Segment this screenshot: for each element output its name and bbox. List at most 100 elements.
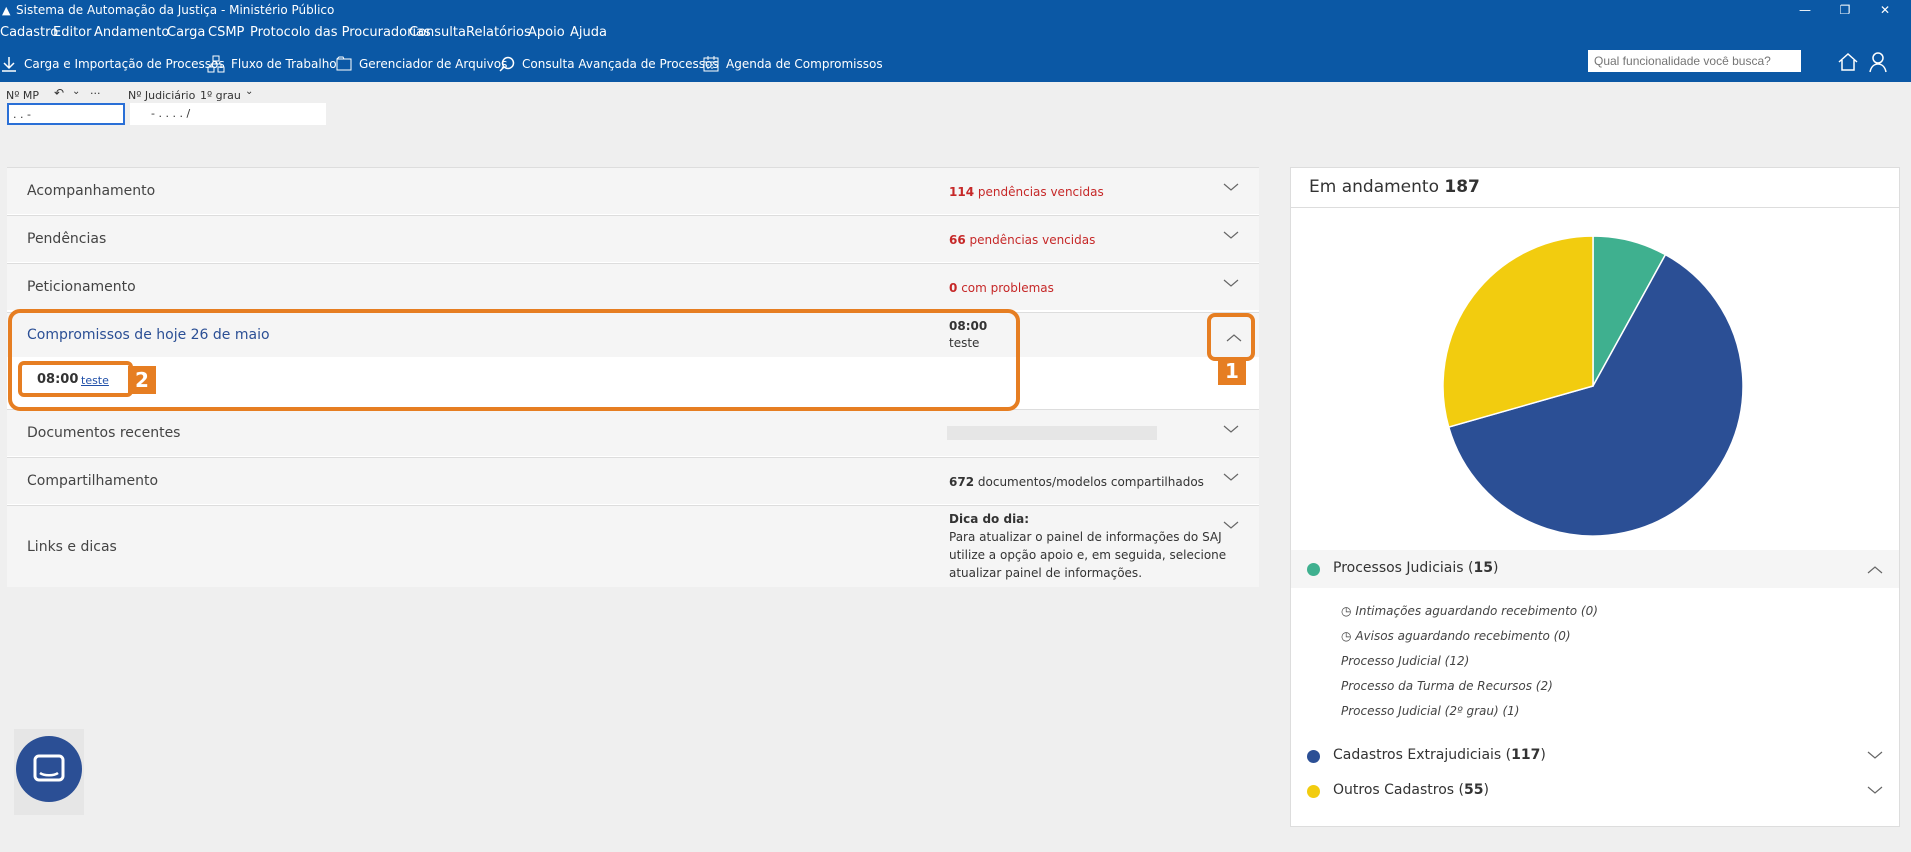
section-title: Documentos recentes xyxy=(27,425,181,441)
legend-label: Processos Judiciais (15) xyxy=(1333,560,1499,576)
feature-search-input[interactable] xyxy=(1588,50,1801,72)
sub-item-segundo-grau[interactable]: Processo Judicial (2º grau) (1) xyxy=(1341,704,1519,718)
section-documentos-recentes[interactable]: Documentos recentes xyxy=(7,409,1259,456)
judicial-number-label: Nº Judiciário xyxy=(128,89,196,102)
chat-button-wrapper xyxy=(14,729,84,815)
undo-icon[interactable]: ↶ xyxy=(54,86,64,100)
toolbar-label: Fluxo de Trabalho xyxy=(231,57,337,71)
section-title: Acompanhamento xyxy=(27,183,156,199)
window-title: Sistema de Automação da Justiça - Minist… xyxy=(16,3,335,17)
panel-header: Em andamento 187 xyxy=(1291,168,1899,208)
chat-icon[interactable] xyxy=(14,729,84,815)
legend-processos-judiciais[interactable]: Processos Judiciais (15) xyxy=(1291,550,1899,588)
download-icon xyxy=(2,57,16,72)
sub-item-processo-judicial[interactable]: Processo Judicial (12) xyxy=(1341,654,1469,668)
section-peticionamento[interactable]: Peticionamento 0 com problemas xyxy=(7,263,1259,310)
search-icon xyxy=(499,56,515,72)
menu-cadastro[interactable]: Cadastro xyxy=(0,25,58,40)
toolbar-label: Consulta Avançada de Processos xyxy=(522,57,719,71)
chevron-down-icon[interactable] xyxy=(1867,785,1883,795)
section-title: Links e dicas xyxy=(27,539,117,555)
chevron-down-icon[interactable]: ⌄ xyxy=(72,86,80,97)
toolbar-consulta-avancada[interactable]: Consulta Avançada de Processos xyxy=(498,54,719,74)
sub-item-turma-recursos[interactable]: Processo da Turma de Recursos (2) xyxy=(1341,679,1553,693)
mp-number-input[interactable]: . . - xyxy=(7,103,125,125)
highlight-appointment xyxy=(18,361,133,397)
judicial-number-input[interactable]: - . . . . / xyxy=(130,103,326,125)
home-icon[interactable] xyxy=(1836,50,1860,74)
mp-number-label: Nº MP xyxy=(6,89,40,102)
sub-item-intimacoes[interactable]: ◷ Intimações aguardando recebimento (0) xyxy=(1341,604,1598,618)
chevron-down-icon[interactable] xyxy=(1223,230,1239,240)
highlight-collapse-button xyxy=(1207,313,1255,361)
panel-total: 187 xyxy=(1444,177,1480,197)
menu-ajuda[interactable]: Ajuda xyxy=(570,25,607,40)
chevron-down-icon[interactable] xyxy=(1223,472,1239,482)
file-manager-icon xyxy=(336,56,352,71)
section-status: 114 pendências vencidas xyxy=(949,185,1104,199)
section-title: Pendências xyxy=(27,231,107,247)
calendar-icon xyxy=(703,56,719,72)
tip-line: Para atualizar o painel de informações d… xyxy=(949,530,1222,544)
grau-label: 1º grau xyxy=(200,89,241,102)
chevron-up-icon[interactable] xyxy=(1867,565,1883,575)
legend-label: Outros Cadastros (55) xyxy=(1333,782,1489,798)
restore-button[interactable]: ❐ xyxy=(1825,0,1865,22)
chevron-down-icon[interactable] xyxy=(1223,520,1239,530)
sub-item-avisos[interactable]: ◷ Avisos aguardando recebimento (0) xyxy=(1341,629,1571,643)
section-links-dicas[interactable]: Links e dicas Dica do dia: Para atualiza… xyxy=(7,505,1259,587)
section-acompanhamento[interactable]: Acompanhamento 114 pendências vencidas xyxy=(7,167,1259,214)
mp-more-options[interactable]: ··· xyxy=(90,87,101,100)
user-icon[interactable] xyxy=(1868,50,1892,74)
grau-chevron-icon[interactable]: ⌄ xyxy=(245,86,253,97)
menu-relatorios[interactable]: Relatórios xyxy=(466,25,531,40)
tip-line: utilize a opção apoio e, em seguida, sel… xyxy=(949,548,1227,562)
menu-csmp[interactable]: CSMP xyxy=(208,25,244,40)
clock-icon: ◷ xyxy=(1341,629,1352,643)
minimize-button[interactable]: — xyxy=(1785,0,1825,22)
chevron-down-icon[interactable] xyxy=(1223,278,1239,288)
section-compartilhamento[interactable]: Compartilhamento 672 documentos/modelos … xyxy=(7,457,1259,504)
menu-andamento[interactable]: Andamento xyxy=(94,25,169,40)
menu-consulta[interactable]: Consulta xyxy=(409,25,466,40)
toolbar-fluxo-trabalho[interactable]: Fluxo de Trabalho xyxy=(207,54,337,74)
redacted-info xyxy=(947,426,1157,440)
status-panel: Em andamento 187 Processos Judiciais (15… xyxy=(1290,167,1900,827)
toolbar-carga-importacao[interactable]: Carga e Importação de Processos xyxy=(0,54,225,74)
toolbar-agenda-compromissos[interactable]: Agenda de Compromissos xyxy=(702,54,883,74)
section-status: 66 pendências vencidas xyxy=(949,233,1096,247)
close-button[interactable]: ✕ xyxy=(1865,0,1905,22)
menu-editor[interactable]: Editor xyxy=(53,25,91,40)
clock-icon: ◷ xyxy=(1341,604,1352,618)
app-icon: ▲ xyxy=(2,4,11,17)
callout-number: 2 xyxy=(128,366,156,394)
section-pendencias[interactable]: Pendências 66 pendências vencidas xyxy=(7,215,1259,262)
toolbar-label: Agenda de Compromissos xyxy=(726,57,883,71)
status-pie-chart xyxy=(1442,235,1744,537)
legend-dot xyxy=(1307,563,1320,576)
menu-apoio[interactable]: Apoio xyxy=(528,25,565,40)
section-status: 672 documentos/modelos compartilhados xyxy=(949,475,1204,489)
tip-title: Dica do dia: xyxy=(949,512,1030,526)
chevron-down-icon[interactable] xyxy=(1223,182,1239,192)
chevron-down-icon[interactable] xyxy=(1223,424,1239,434)
toolbar-label: Carga e Importação de Processos xyxy=(24,57,225,71)
highlight-compromissos xyxy=(8,309,1020,411)
legend-outros-cadastros[interactable]: Outros Cadastros (55) xyxy=(1291,772,1899,810)
chevron-down-icon[interactable] xyxy=(1867,750,1883,760)
menu-bar: Cadastro Editor Andamento Carga CSMP Pro… xyxy=(0,22,1911,44)
toolbar-gerenciador-arquivos[interactable]: Gerenciador de Arquivos xyxy=(335,54,507,74)
menu-carga[interactable]: Carga xyxy=(167,25,205,40)
toolbar-label: Gerenciador de Arquivos xyxy=(359,57,508,71)
section-status: 0 com problemas xyxy=(949,281,1054,295)
legend-dot xyxy=(1307,785,1320,798)
section-title: Compartilhamento xyxy=(27,473,159,489)
menu-protocolo[interactable]: Protocolo das Procuradorias xyxy=(250,25,431,40)
legend-label: Cadastros Extrajudiciais (117) xyxy=(1333,747,1546,763)
panel-title: Em andamento xyxy=(1309,177,1439,197)
title-bar: ▲ Sistema de Automação da Justiça - Mini… xyxy=(0,0,1911,22)
workflow-icon xyxy=(207,55,225,73)
callout-number: 1 xyxy=(1218,357,1246,385)
legend-cadastros-extrajudiciais[interactable]: Cadastros Extrajudiciais (117) xyxy=(1291,737,1899,775)
legend-dot xyxy=(1307,750,1320,763)
